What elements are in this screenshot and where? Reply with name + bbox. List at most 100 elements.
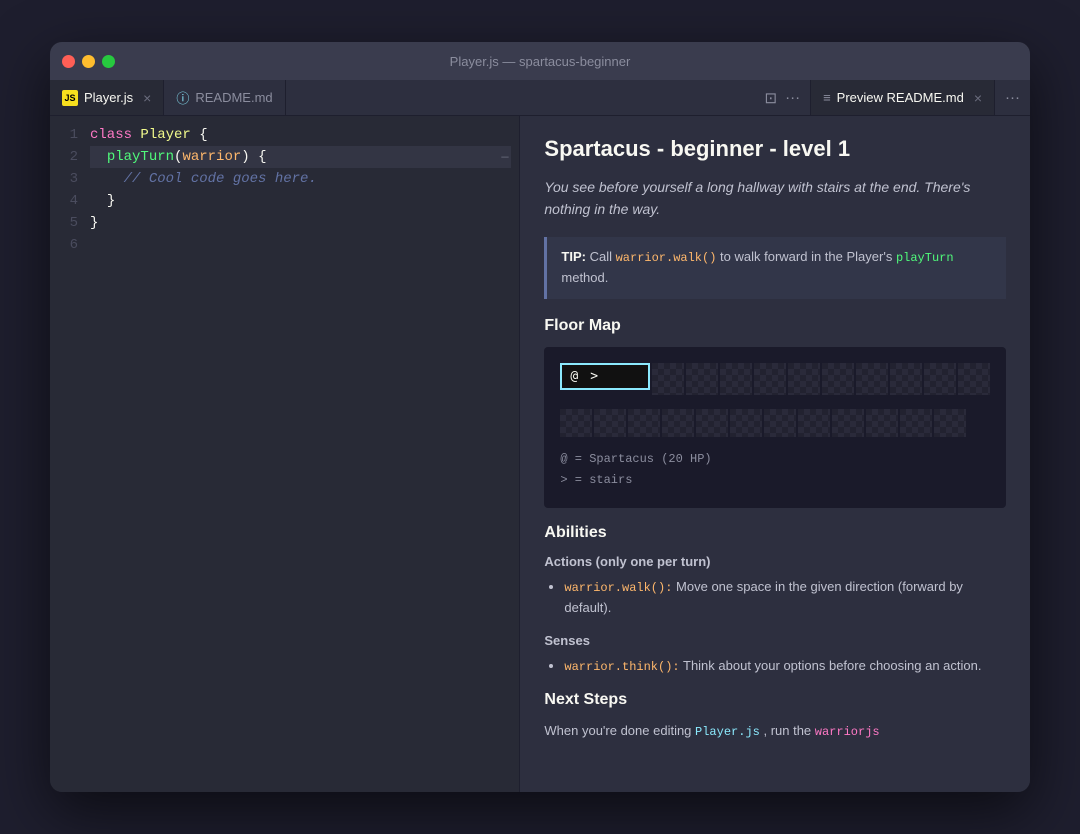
legend-stairs: > = stairs — [560, 470, 990, 492]
tip-text-3: method. — [561, 270, 608, 285]
tile-8 — [890, 363, 922, 395]
tabbar: JS Player.js × ⓘ README.md ⊡ ··· ≡ Previ… — [50, 80, 1030, 116]
comment: // Cool code goes here. — [124, 168, 317, 190]
tile-5 — [788, 363, 820, 395]
code-line-1: class Player { — [90, 124, 511, 146]
code-area: 1 2 3 4 5 6 class Player { — [50, 116, 519, 792]
paren-open: ( — [174, 146, 182, 168]
code-line-6 — [90, 234, 511, 256]
tab-preview-readme[interactable]: ≡ Preview README.md × — [811, 80, 995, 115]
senses-list: warrior.think(): Think about your option… — [544, 656, 1006, 677]
tile-10 — [958, 363, 990, 395]
legend-player: @ = Spartacus (20 HP) — [560, 449, 990, 471]
sense-item-1: warrior.think(): Think about your option… — [564, 656, 1006, 677]
tile-2 — [686, 363, 718, 395]
tip-text-1: Call — [590, 249, 616, 264]
next-steps-text: When you're done editing Player.js , run… — [544, 721, 1006, 742]
stairs-symbol: > — [590, 369, 598, 384]
open-brace: { — [199, 124, 207, 146]
code-line-4: } — [90, 190, 511, 212]
next-steps-text-1: When you're done editing — [544, 723, 695, 738]
code-lines[interactable]: class Player { playTurn ( warrior ) { — — [90, 124, 519, 784]
line-numbers: 1 2 3 4 5 6 — [50, 124, 90, 784]
preview-title: Spartacus - beginner - level 1 — [544, 136, 1006, 162]
line-num-1: 1 — [62, 124, 78, 146]
next-steps-title: Next Steps — [544, 691, 1006, 709]
maximize-button[interactable] — [102, 55, 115, 68]
checker-tiles — [652, 363, 990, 395]
param-warrior: warrior — [182, 146, 241, 168]
keyword-class: class — [90, 124, 132, 146]
floor-map-legend: @ = Spartacus (20 HP) > = stairs — [560, 449, 990, 492]
next-steps-text-2: , run the — [763, 723, 814, 738]
tip-method2: playTurn — [896, 251, 954, 265]
close-button[interactable] — [62, 55, 75, 68]
actions-list: warrior.walk(): Move one space in the gi… — [544, 577, 1006, 619]
line-num-6: 6 — [62, 234, 78, 256]
actions-section: Actions (only one per turn) warrior.walk… — [544, 554, 1006, 619]
sense-method-1: warrior.think(): — [564, 660, 679, 674]
line-num-3: 3 — [62, 168, 78, 190]
senses-label: Senses — [544, 633, 1006, 648]
class-name: Player — [140, 124, 190, 146]
code-line-5: } — [90, 212, 511, 234]
paren-close: ) — [241, 146, 249, 168]
abilities-title: Abilities — [544, 524, 1006, 542]
tile-9 — [924, 363, 956, 395]
window-title: Player.js — spartacus-beginner — [450, 54, 631, 69]
tab-preview-close[interactable]: × — [974, 91, 982, 105]
actions-label: Actions (only one per turn) — [544, 554, 1006, 569]
player-map-cell: @ > — [560, 363, 650, 390]
preview-more-icon[interactable]: ··· — [1005, 89, 1020, 106]
bottom-checker-row — [560, 409, 990, 437]
minimize-button[interactable] — [82, 55, 95, 68]
tile-3 — [720, 363, 752, 395]
app-window: Player.js — spartacus-beginner JS Player… — [50, 42, 1030, 792]
indent-2 — [90, 146, 107, 168]
tip-box: TIP: Call warrior.walk() to walk forward… — [544, 237, 1006, 299]
line-indicator: — — [501, 146, 511, 168]
tab-readme-md-label: README.md — [195, 90, 272, 105]
main-content: 1 2 3 4 5 6 class Player { — [50, 116, 1030, 792]
js-icon: JS — [62, 90, 78, 106]
tab-preview-label: Preview README.md — [837, 90, 964, 105]
floor-map-container: @ > — [544, 347, 1006, 508]
tip-label: TIP: — [561, 249, 586, 264]
tab-readme-md[interactable]: ⓘ README.md — [164, 80, 285, 115]
titlebar: Player.js — spartacus-beginner — [50, 42, 1030, 80]
info-icon: ⓘ — [176, 88, 189, 107]
tip-method1: warrior.walk() — [616, 251, 717, 265]
preview-icon: ≡ — [823, 90, 831, 105]
class-close-brace: } — [90, 212, 98, 234]
method-name: playTurn — [107, 146, 174, 168]
split-editor-icon[interactable]: ⊡ — [765, 89, 778, 107]
sense-desc-1: Think about your options before choosing… — [683, 658, 981, 673]
player-symbol: @ — [570, 369, 578, 384]
more-actions-icon[interactable]: ··· — [785, 89, 800, 106]
indent-4 — [90, 190, 107, 212]
tip-text-2: to walk forward in the Player's — [720, 249, 896, 264]
preview-pane[interactable]: Spartacus - beginner - level 1 You see b… — [520, 116, 1030, 792]
tile-4 — [754, 363, 786, 395]
line-num-4: 4 — [62, 190, 78, 212]
traffic-lights — [62, 55, 115, 68]
indent-3 — [90, 168, 124, 190]
action-method-1: warrior.walk(): — [564, 581, 672, 595]
method-close-brace: } — [107, 190, 115, 212]
preview-intro: You see before yourself a long hallway w… — [544, 176, 1006, 221]
tile-6 — [822, 363, 854, 395]
tab-player-js-label: Player.js — [84, 90, 133, 105]
senses-section: Senses warrior.think(): Think about your… — [544, 633, 1006, 677]
tile-1 — [652, 363, 684, 395]
next-steps-cmd: warriorjs — [815, 725, 880, 739]
floor-map-title: Floor Map — [544, 317, 1006, 335]
tab-player-js-close[interactable]: × — [143, 91, 151, 105]
editor-pane[interactable]: 1 2 3 4 5 6 class Player { — [50, 116, 520, 792]
tabbar-right: ≡ Preview README.md × ··· — [811, 80, 1030, 115]
method-open-brace: { — [258, 146, 266, 168]
next-steps-file: Player.js — [695, 725, 760, 739]
tab-player-js[interactable]: JS Player.js × — [50, 80, 164, 115]
tile-7 — [856, 363, 888, 395]
action-item-1: warrior.walk(): Move one space in the gi… — [564, 577, 1006, 619]
line-num-2: 2 — [62, 146, 78, 168]
